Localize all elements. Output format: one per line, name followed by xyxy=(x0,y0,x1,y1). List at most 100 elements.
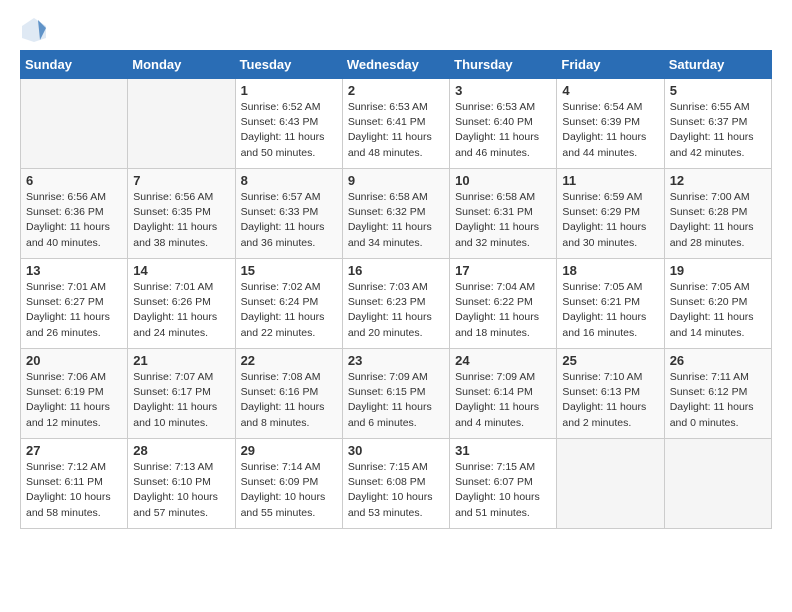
calendar-cell: 29Sunrise: 7:14 AMSunset: 6:09 PMDayligh… xyxy=(235,439,342,529)
day-number: 11 xyxy=(562,173,658,188)
day-number: 24 xyxy=(455,353,551,368)
day-number: 12 xyxy=(670,173,766,188)
day-detail: Sunrise: 7:04 AMSunset: 6:22 PMDaylight:… xyxy=(455,280,551,341)
calendar-cell: 27 Sunrise: 7:12 AMSunset: 6:11 PMDayligh… xyxy=(21,439,128,529)
day-number: 13 xyxy=(26,263,122,278)
calendar-cell: 2 Sunrise: 6:53 AMSunset: 6:41 PMDaylight… xyxy=(342,79,449,169)
day-number: 17 xyxy=(455,263,551,278)
day-number: 31 xyxy=(455,443,551,458)
calendar-cell: 11 Sunrise: 6:59 AMSunset: 6:29 PMDayligh… xyxy=(557,169,664,259)
header xyxy=(20,16,772,44)
day-detail: Sunrise: 7:12 AMSunset: 6:11 PMDaylight:… xyxy=(26,460,122,521)
day-detail: Sunrise: 6:53 AMSunset: 6:40 PMDaylight:… xyxy=(455,100,551,161)
day-detail: Sunrise: 7:07 AMSunset: 6:17 PMDaylight:… xyxy=(133,370,229,431)
calendar-header-row: SundayMondayTuesdayWednesdayThursdayFrid… xyxy=(21,51,772,79)
calendar-table: SundayMondayTuesdayWednesdayThursdayFrid… xyxy=(20,50,772,529)
day-detail: Sunrise: 6:59 AMSunset: 6:29 PMDaylight:… xyxy=(562,190,658,251)
day-number: 7 xyxy=(133,173,229,188)
calendar-cell xyxy=(664,439,771,529)
calendar-week-row: 20Sunrise: 7:06 AMSunset: 6:19 PMDayligh… xyxy=(21,349,772,439)
weekday-header-monday: Monday xyxy=(128,51,235,79)
day-number: 4 xyxy=(562,83,658,98)
page-container: SundayMondayTuesdayWednesdayThursdayFrid… xyxy=(0,0,792,539)
calendar-week-row: 1 Sunrise: 6:52 AMSunset: 6:43 PMDaylight… xyxy=(21,79,772,169)
calendar-cell: 28 Sunrise: 7:13 AMSunset: 6:10 PMDayligh… xyxy=(128,439,235,529)
calendar-cell xyxy=(557,439,664,529)
day-detail: Sunrise: 7:01 AMSunset: 6:26 PMDaylight:… xyxy=(133,280,229,341)
calendar-cell: 5 Sunrise: 6:55 AMSunset: 6:37 PMDaylight… xyxy=(664,79,771,169)
day-number: 3 xyxy=(455,83,551,98)
day-detail: Sunrise: 6:52 AMSunset: 6:43 PMDaylight:… xyxy=(241,100,337,161)
calendar-cell: 1 Sunrise: 6:52 AMSunset: 6:43 PMDaylight… xyxy=(235,79,342,169)
day-number: 30 xyxy=(348,443,444,458)
calendar-cell: 31 Sunrise: 7:15 AMSunset: 6:07 PMDayligh… xyxy=(450,439,557,529)
calendar-cell: 22 Sunrise: 7:08 AMSunset: 6:16 PMDayligh… xyxy=(235,349,342,439)
day-number: 8 xyxy=(241,173,337,188)
day-detail: Sunrise: 7:14 AMSunset: 6:09 PMDaylight:… xyxy=(241,460,337,521)
day-detail: Sunrise: 7:02 AMSunset: 6:24 PMDaylight:… xyxy=(241,280,337,341)
day-number: 22 xyxy=(241,353,337,368)
calendar-cell xyxy=(128,79,235,169)
day-detail: Sunrise: 6:58 AMSunset: 6:32 PMDaylight:… xyxy=(348,190,444,251)
calendar-cell: 17 Sunrise: 7:04 AMSunset: 6:22 PMDayligh… xyxy=(450,259,557,349)
calendar-cell: 13 Sunrise: 7:01 AMSunset: 6:27 PMDayligh… xyxy=(21,259,128,349)
day-detail: Sunrise: 7:15 AMSunset: 6:07 PMDaylight:… xyxy=(455,460,551,521)
day-number: 21 xyxy=(133,353,229,368)
day-number: 28 xyxy=(133,443,229,458)
calendar-cell: 20Sunrise: 7:06 AMSunset: 6:19 PMDayligh… xyxy=(21,349,128,439)
calendar-cell: 25 Sunrise: 7:10 AMSunset: 6:13 PMDayligh… xyxy=(557,349,664,439)
calendar-cell: 7 Sunrise: 6:56 AMSunset: 6:35 PMDaylight… xyxy=(128,169,235,259)
calendar-cell: 16Sunrise: 7:03 AMSunset: 6:23 PMDayligh… xyxy=(342,259,449,349)
calendar-week-row: 13 Sunrise: 7:01 AMSunset: 6:27 PMDayligh… xyxy=(21,259,772,349)
day-detail: Sunrise: 7:11 AMSunset: 6:12 PMDaylight:… xyxy=(670,370,766,431)
calendar-cell: 30 Sunrise: 7:15 AMSunset: 6:08 PMDayligh… xyxy=(342,439,449,529)
day-number: 25 xyxy=(562,353,658,368)
day-detail: Sunrise: 7:05 AMSunset: 6:21 PMDaylight:… xyxy=(562,280,658,341)
day-detail: Sunrise: 6:56 AMSunset: 6:36 PMDaylight:… xyxy=(26,190,122,251)
day-detail: Sunrise: 7:06 AMSunset: 6:19 PMDaylight:… xyxy=(26,370,122,431)
calendar-cell: 18 Sunrise: 7:05 AMSunset: 6:21 PMDayligh… xyxy=(557,259,664,349)
day-detail: Sunrise: 7:10 AMSunset: 6:13 PMDaylight:… xyxy=(562,370,658,431)
calendar-week-row: 6 Sunrise: 6:56 AMSunset: 6:36 PMDaylight… xyxy=(21,169,772,259)
day-detail: Sunrise: 7:15 AMSunset: 6:08 PMDaylight:… xyxy=(348,460,444,521)
calendar-cell: 19 Sunrise: 7:05 AMSunset: 6:20 PMDayligh… xyxy=(664,259,771,349)
day-number: 5 xyxy=(670,83,766,98)
day-number: 1 xyxy=(241,83,337,98)
day-number: 6 xyxy=(26,173,122,188)
day-detail: Sunrise: 7:13 AMSunset: 6:10 PMDaylight:… xyxy=(133,460,229,521)
calendar-cell: 24 Sunrise: 7:09 AMSunset: 6:14 PMDayligh… xyxy=(450,349,557,439)
day-detail: Sunrise: 6:53 AMSunset: 6:41 PMDaylight:… xyxy=(348,100,444,161)
weekday-header-wednesday: Wednesday xyxy=(342,51,449,79)
weekday-header-thursday: Thursday xyxy=(450,51,557,79)
day-detail: Sunrise: 7:08 AMSunset: 6:16 PMDaylight:… xyxy=(241,370,337,431)
logo-icon xyxy=(20,16,48,44)
day-number: 23 xyxy=(348,353,444,368)
calendar-cell: 4 Sunrise: 6:54 AMSunset: 6:39 PMDaylight… xyxy=(557,79,664,169)
logo xyxy=(20,16,52,44)
day-detail: Sunrise: 7:09 AMSunset: 6:15 PMDaylight:… xyxy=(348,370,444,431)
weekday-header-friday: Friday xyxy=(557,51,664,79)
day-detail: Sunrise: 6:54 AMSunset: 6:39 PMDaylight:… xyxy=(562,100,658,161)
day-detail: Sunrise: 7:03 AMSunset: 6:23 PMDaylight:… xyxy=(348,280,444,341)
calendar-cell: 26Sunrise: 7:11 AMSunset: 6:12 PMDayligh… xyxy=(664,349,771,439)
day-detail: Sunrise: 6:55 AMSunset: 6:37 PMDaylight:… xyxy=(670,100,766,161)
calendar-cell: 6 Sunrise: 6:56 AMSunset: 6:36 PMDaylight… xyxy=(21,169,128,259)
calendar-cell: 15 Sunrise: 7:02 AMSunset: 6:24 PMDayligh… xyxy=(235,259,342,349)
day-number: 9 xyxy=(348,173,444,188)
day-detail: Sunrise: 6:56 AMSunset: 6:35 PMDaylight:… xyxy=(133,190,229,251)
calendar-cell: 9 Sunrise: 6:58 AMSunset: 6:32 PMDaylight… xyxy=(342,169,449,259)
calendar-week-row: 27 Sunrise: 7:12 AMSunset: 6:11 PMDayligh… xyxy=(21,439,772,529)
day-number: 27 xyxy=(26,443,122,458)
calendar-cell: 12 Sunrise: 7:00 AMSunset: 6:28 PMDayligh… xyxy=(664,169,771,259)
day-number: 2 xyxy=(348,83,444,98)
weekday-header-tuesday: Tuesday xyxy=(235,51,342,79)
day-number: 18 xyxy=(562,263,658,278)
day-number: 15 xyxy=(241,263,337,278)
weekday-header-saturday: Saturday xyxy=(664,51,771,79)
day-detail: Sunrise: 7:09 AMSunset: 6:14 PMDaylight:… xyxy=(455,370,551,431)
calendar-cell xyxy=(21,79,128,169)
day-number: 19 xyxy=(670,263,766,278)
day-detail: Sunrise: 7:00 AMSunset: 6:28 PMDaylight:… xyxy=(670,190,766,251)
day-detail: Sunrise: 7:01 AMSunset: 6:27 PMDaylight:… xyxy=(26,280,122,341)
day-detail: Sunrise: 7:05 AMSunset: 6:20 PMDaylight:… xyxy=(670,280,766,341)
